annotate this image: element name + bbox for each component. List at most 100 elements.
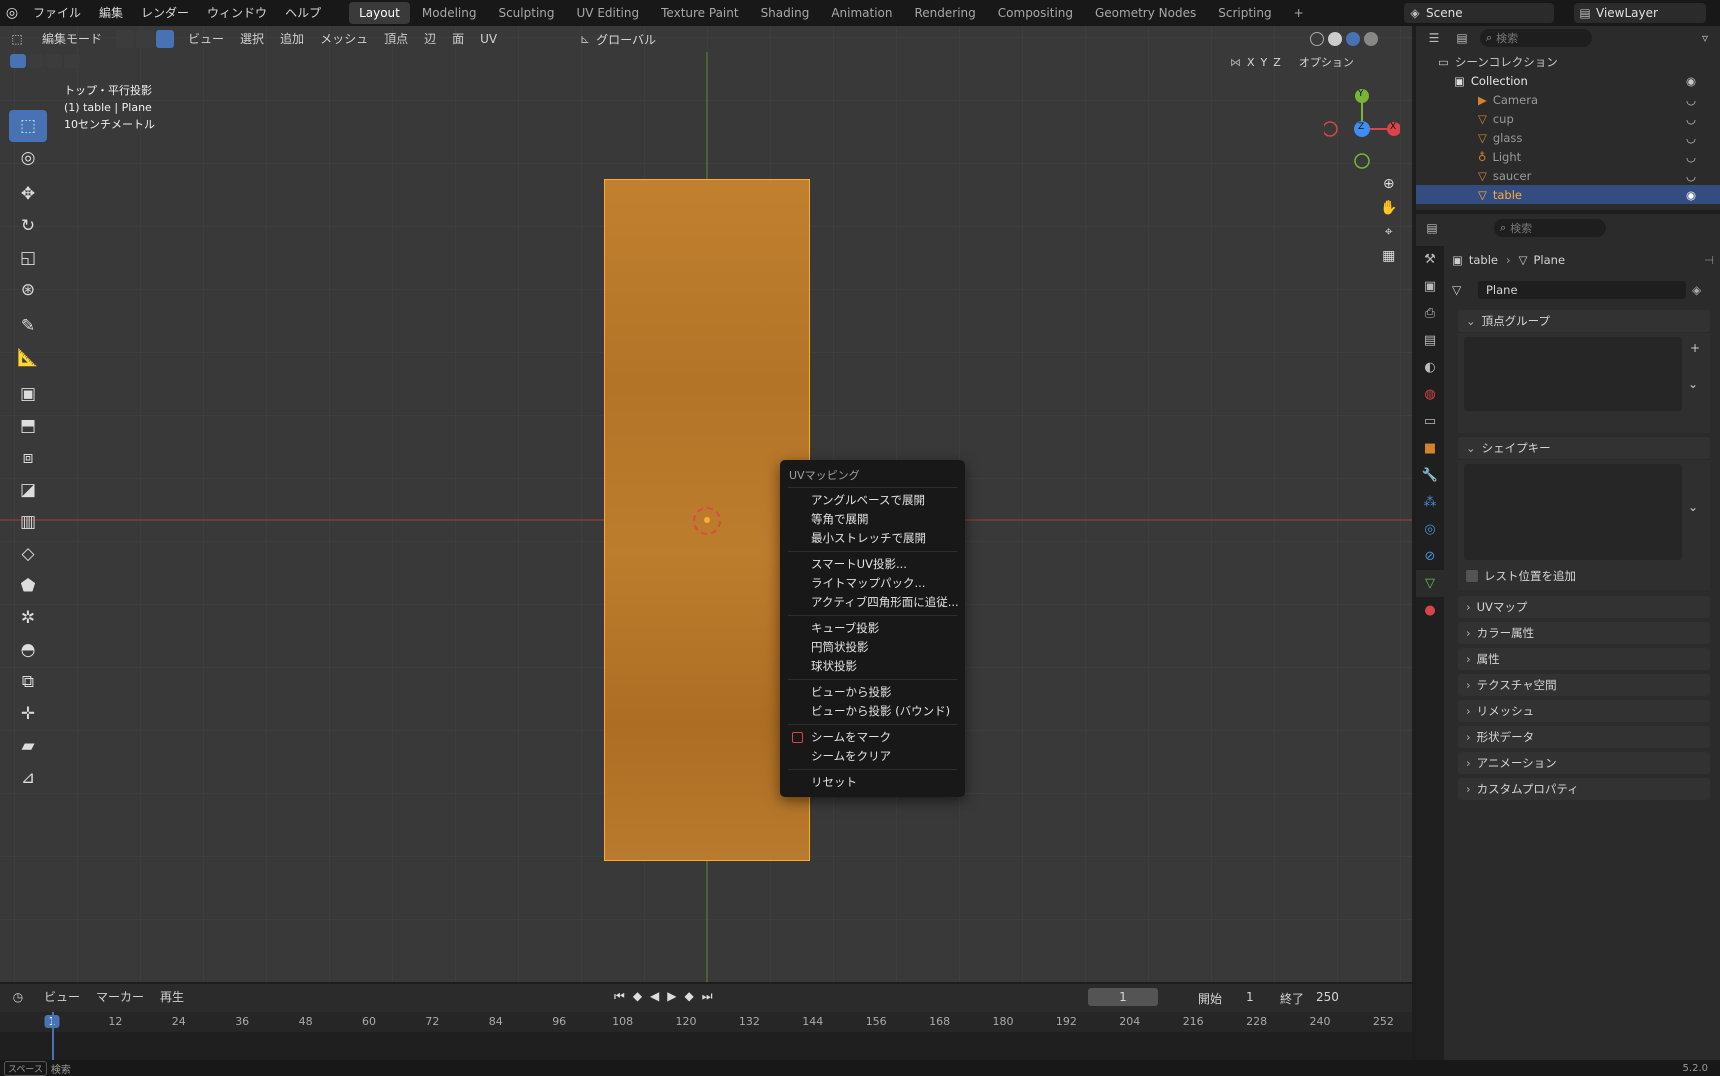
- smart-uv-project[interactable]: スマートUV投影...: [780, 555, 965, 574]
- shape-key-list[interactable]: [1464, 464, 1682, 560]
- panel-texture-space[interactable]: › テクスチャ空間: [1458, 674, 1710, 696]
- checkbox-icon[interactable]: [1466, 570, 1478, 582]
- play-reverse-icon[interactable]: ◀: [650, 989, 659, 1004]
- edge-slide-tool-icon[interactable]: ⧉: [9, 666, 47, 698]
- add-cube-tool-icon[interactable]: ▣: [9, 378, 47, 410]
- filter-icon[interactable]: ▤: [1448, 31, 1476, 45]
- tab-animation[interactable]: Animation: [821, 2, 902, 24]
- material-shading-icon[interactable]: [1346, 32, 1360, 46]
- outliner-item-camera[interactable]: ▶ Camera ◡: [1416, 90, 1720, 109]
- select-mode-icons[interactable]: [116, 30, 175, 48]
- scene-tab-icon[interactable]: ◐: [1416, 354, 1444, 381]
- visibility-eye-icon[interactable]: ◡: [1686, 112, 1696, 126]
- tab-modeling[interactable]: Modeling: [412, 2, 487, 24]
- output-tab-icon[interactable]: ⎙: [1416, 300, 1444, 327]
- options-dropdown[interactable]: オプション: [1299, 54, 1354, 70]
- outliner-item-saucer[interactable]: ▽ saucer ◡: [1416, 166, 1720, 185]
- annotate-tool-icon[interactable]: ✎: [9, 310, 47, 342]
- funnel-icon[interactable]: ▿: [1702, 31, 1708, 45]
- bevel-tool-icon[interactable]: ◪: [9, 474, 47, 506]
- tab-geometry-nodes[interactable]: Geometry Nodes: [1085, 2, 1206, 24]
- add-workspace-button[interactable]: +: [1284, 2, 1314, 24]
- knife-tool-icon[interactable]: ◇: [9, 538, 47, 570]
- shrink-fatten-tool-icon[interactable]: ✛: [9, 698, 47, 730]
- playhead[interactable]: [52, 1012, 54, 1060]
- scale-tool-icon[interactable]: ◱: [9, 242, 47, 274]
- panel-custom-properties[interactable]: › カスタムプロパティ: [1458, 778, 1710, 800]
- panel-attributes[interactable]: › 属性: [1458, 648, 1710, 670]
- vertex-group-menu-icon[interactable]: ⌄: [1688, 377, 1698, 391]
- mirror-x-toggle[interactable]: X: [1247, 56, 1255, 69]
- rotate-tool-icon[interactable]: ↻: [9, 210, 47, 242]
- menu-mesh[interactable]: メッシュ: [312, 28, 376, 50]
- jump-start-icon[interactable]: ⏮: [614, 989, 625, 1004]
- select-new-icon[interactable]: [10, 54, 26, 68]
- shear-tool-icon[interactable]: ▰: [9, 730, 47, 762]
- panel-shape-keys[interactable]: ⌄ シェイプキー: [1458, 437, 1710, 459]
- mesh-name-field[interactable]: Plane: [1478, 281, 1686, 299]
- camera-view-icon[interactable]: ⌖: [1385, 224, 1393, 240]
- visibility-eye-icon[interactable]: ◉: [1686, 74, 1696, 88]
- outliner-item-glass[interactable]: ▽ glass ◡: [1416, 128, 1720, 147]
- pan-hand-icon[interactable]: ✋: [1380, 200, 1397, 216]
- vertex-select-icon[interactable]: [116, 30, 135, 48]
- shape-key-menu-icon[interactable]: ⌄: [1688, 500, 1698, 514]
- world-tab-icon[interactable]: ◍: [1416, 381, 1444, 408]
- panel-geometry-data[interactable]: › 形状データ: [1458, 726, 1710, 748]
- tab-shading[interactable]: Shading: [751, 2, 820, 24]
- tab-layout[interactable]: Layout: [349, 2, 410, 24]
- select-subtract-icon[interactable]: [46, 54, 62, 68]
- properties-editor-icon[interactable]: ▤: [1416, 221, 1448, 235]
- rip-tool-icon[interactable]: ⊿: [9, 762, 47, 794]
- panel-color-attributes[interactable]: › カラー属性: [1458, 622, 1710, 644]
- tab-uv-editing[interactable]: UV Editing: [567, 2, 650, 24]
- outliner-item-table[interactable]: ▽ table ◉: [1416, 185, 1720, 204]
- inset-tool-icon[interactable]: ⧈: [9, 442, 47, 474]
- visibility-eye-icon[interactable]: ◡: [1686, 93, 1696, 107]
- outliner-item-light[interactable]: ♁ Light ◡: [1416, 147, 1720, 166]
- collection-row[interactable]: ▣ Collection ◉: [1416, 71, 1720, 90]
- poly-build-tool-icon[interactable]: ⬟: [9, 570, 47, 602]
- mirror-y-toggle[interactable]: Y: [1261, 56, 1268, 69]
- fake-user-shield-icon[interactable]: ◈: [1692, 283, 1701, 297]
- data-tab-icon[interactable]: ▽: [1416, 570, 1444, 597]
- navigation-gizmo[interactable]: Y X Z: [1322, 86, 1401, 172]
- rest-position-checkbox[interactable]: レスト位置を追加: [1466, 568, 1576, 584]
- tool-tab-icon[interactable]: ⚒: [1416, 246, 1444, 273]
- menu-render[interactable]: レンダー: [132, 0, 198, 26]
- mode-selector[interactable]: 編集モード: [34, 28, 110, 50]
- mesh-browse-icon[interactable]: ▽: [1452, 283, 1478, 297]
- timeline-menu-playback[interactable]: 再生: [152, 986, 192, 1008]
- select-intersect-icon[interactable]: [64, 54, 80, 68]
- material-tab-icon[interactable]: ●: [1416, 597, 1444, 624]
- sphere-projection[interactable]: 球状投影: [780, 657, 965, 676]
- select-extend-icon[interactable]: [28, 54, 44, 68]
- object-tab-icon[interactable]: ■: [1416, 435, 1444, 462]
- menu-edit[interactable]: 編集: [90, 0, 132, 26]
- add-vertex-group-icon[interactable]: +: [1690, 341, 1700, 355]
- clear-seam[interactable]: シームをクリア: [780, 747, 965, 766]
- cursor-tool-icon[interactable]: ◎: [9, 142, 47, 174]
- visibility-eye-icon[interactable]: ◉: [1686, 188, 1696, 202]
- panel-uv-maps[interactable]: › UVマップ: [1458, 596, 1710, 618]
- selection-mode-icons[interactable]: [10, 54, 80, 68]
- wireframe-shading-icon[interactable]: [1310, 32, 1324, 46]
- tab-scripting[interactable]: Scripting: [1208, 2, 1281, 24]
- smooth-tool-icon[interactable]: ◓: [9, 634, 47, 666]
- frame-start-field[interactable]: 1: [1246, 990, 1254, 1004]
- transform-tool-icon[interactable]: ⊛: [9, 274, 47, 306]
- timeline-track[interactable]: 1122436486072849610812013214415616818019…: [0, 1012, 1412, 1060]
- project-from-view-bounds[interactable]: ビューから投影 (バウンド): [780, 702, 965, 721]
- mark-seam[interactable]: シームをマーク: [780, 728, 965, 747]
- timeline-menu-marker[interactable]: マーカー: [88, 986, 152, 1008]
- face-select-icon[interactable]: [156, 30, 175, 48]
- menu-vertex[interactable]: 頂点: [376, 28, 416, 50]
- unwrap-min-stretch[interactable]: 最小ストレッチで展開: [780, 529, 965, 548]
- menu-edge[interactable]: 辺: [416, 28, 444, 50]
- reset-uv[interactable]: リセット: [780, 773, 965, 792]
- play-icon[interactable]: ▶: [667, 989, 676, 1004]
- constraint-tab-icon[interactable]: ⊘: [1416, 543, 1444, 570]
- panel-animation[interactable]: › アニメーション: [1458, 752, 1710, 774]
- project-from-view[interactable]: ビューから投影: [780, 683, 965, 702]
- visibility-eye-icon[interactable]: ◡: [1686, 131, 1696, 145]
